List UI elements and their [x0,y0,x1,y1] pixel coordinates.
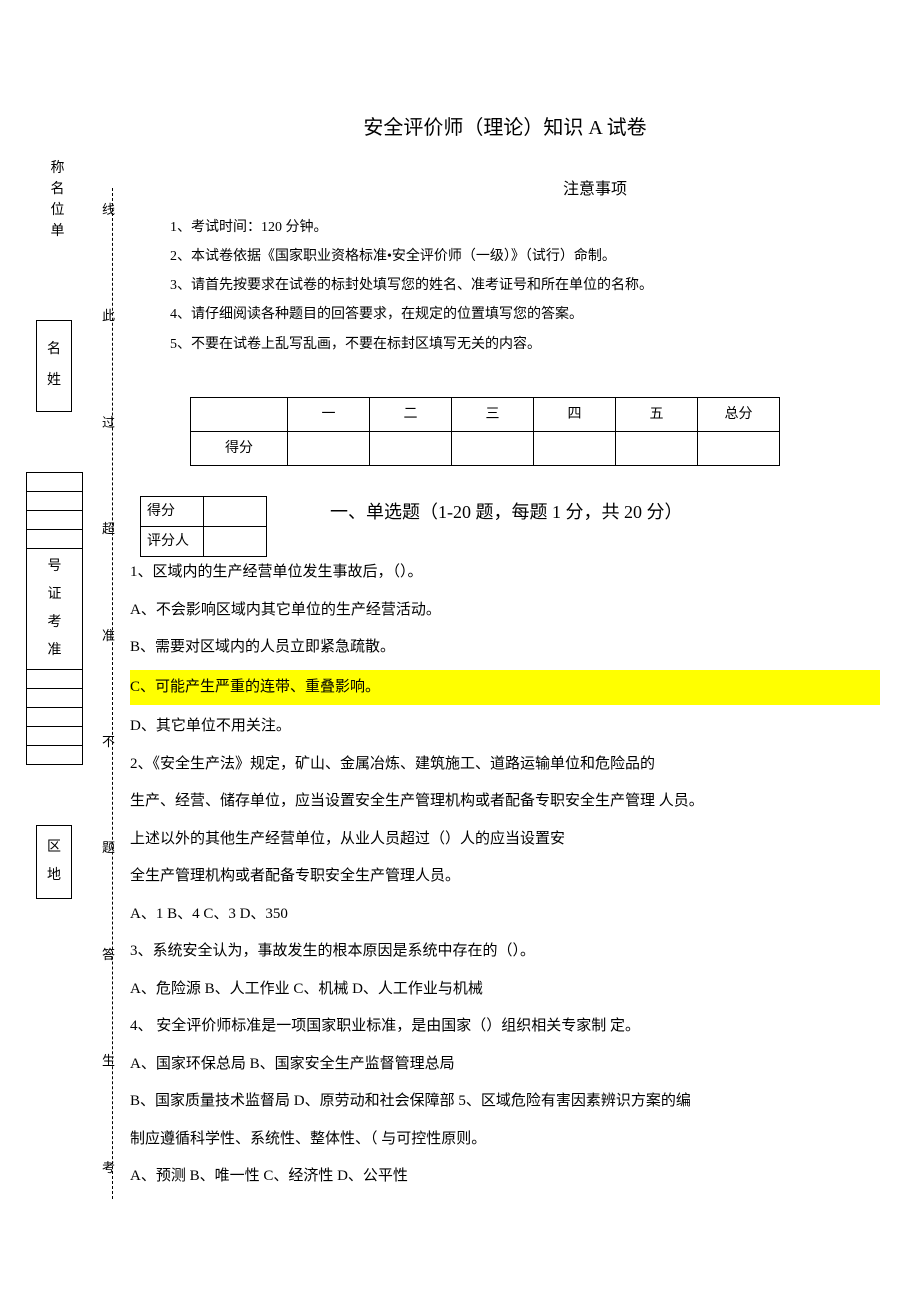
candidate-info-column: 称 名 位 单 名 姓 号 证 考 准 区 地 [20,150,95,899]
q3-options: A、危险源 B、人工作业 C、机械 D、人工作业与机械 [130,974,880,1006]
q1-option-b: B、需要对区域内的人员立即紧急疏散。 [130,632,880,664]
seal-char: 考 [102,1156,115,1179]
total-score-table: 一 二 三 四 五 总分 得分 [190,397,780,466]
seal-char: 不 [102,730,115,753]
notice-list: 1、考试时间：120 分钟。 2、本试卷依据《国家职业资格标准•安全评价师（一级… [170,215,880,357]
q5-line: 制应遵循科学性、系统性、整体性、（ 与可控性原则。 [130,1124,880,1156]
section1-heading: 一、单选题（1-20 题，每题 1 分，共 20 分） [330,496,880,528]
notice-item: 3、请首先按要求在试卷的标封处填写您的姓名、准考证号和所在单位的名称。 [170,273,880,298]
seal-char: 答 [102,943,115,966]
q1-option-a: A、不会影响区域内其它单位的生产经营活动。 [130,595,880,627]
q4-options-line2: B、国家质量技术监督局 D、原劳动和社会保障部 5、区域危险有害因素辨识方案的编 [130,1086,880,1118]
name-box[interactable]: 名 姓 [36,320,72,412]
notice-item: 4、请仔细阅读各种题目的回答要求，在规定的位置填写您的答案。 [170,302,880,327]
section-score-table: 得分 评分人 [140,496,267,557]
notice-item: 2、本试卷依据《国家职业资格标准•安全评价师（一级）》（试行）命制。 [170,244,880,269]
q2-line: 2、《安全生产法》规定，矿山、金属冶炼、建筑施工、道路运输单位和危险品的 [130,749,880,781]
notice-heading: 注意事项 [130,176,880,205]
q2-line: 上述以外的其他生产经营单位，从业人员超过（）人的应当设置安 [130,824,880,856]
unit-label: 称 名 位 单 [20,158,95,242]
questions-block: 1、区域内的生产经营单位发生事故后，（）。 A、不会影响区域内其它单位的生产经营… [130,557,880,1193]
seal-line-labels: 线 此 过 超 准 不 题 答 生 考 [102,188,115,1199]
exam-id-boxes-bottom[interactable] [26,669,83,765]
seal-char: 生 [102,1049,115,1072]
q1-option-c-highlighted: C、可能产生严重的连带、重叠影响。 [130,670,880,706]
notice-item: 5、不要在试卷上乱写乱画，不要在标封区填写无关的内容。 [170,332,880,357]
seal-char: 线 [102,198,115,221]
q1-option-d: D、其它单位不用关注。 [130,711,880,743]
q5-options: A、预测 B、唯一性 C、经济性 D、公平性 [130,1161,880,1193]
seal-char: 题 [102,836,115,859]
q2-line: 生产、经营、储存单位，应当设置安全生产管理机构或者配备专职安全生产管理 人员。 [130,786,880,818]
exam-title: 安全评价师（理论）知识 A 试卷 [130,110,880,146]
q3-stem: 3、系统安全认为，事故发生的根本原因是系统中存在的（）。 [130,936,880,968]
seal-char: 过 [102,411,115,434]
notice-item: 1、考试时间：120 分钟。 [170,215,880,240]
seal-char: 准 [102,624,115,647]
q4-options-line1: A、国家环保总局 B、国家安全生产监督管理总局 [130,1049,880,1081]
seal-char: 超 [102,517,115,540]
score-row-label: 得分 [191,431,288,465]
q2-options: A、1 B、4 C、3 D、350 [130,899,880,931]
q1-stem: 1、区域内的生产经营单位发生事故后，（）。 [130,557,880,589]
q2-line: 全生产管理机构或者配备专职安全生产管理人员。 [130,861,880,893]
region-box[interactable]: 区 地 [36,825,72,899]
seal-char: 此 [102,304,115,327]
exam-id-boxes-top[interactable] [26,472,83,549]
exam-id-label: 号 证 考 准 [26,549,83,669]
q4-stem: 4、 安全评价师标准是一项国家职业标准，是由国家（）组织相关专家制 定。 [130,1011,880,1043]
